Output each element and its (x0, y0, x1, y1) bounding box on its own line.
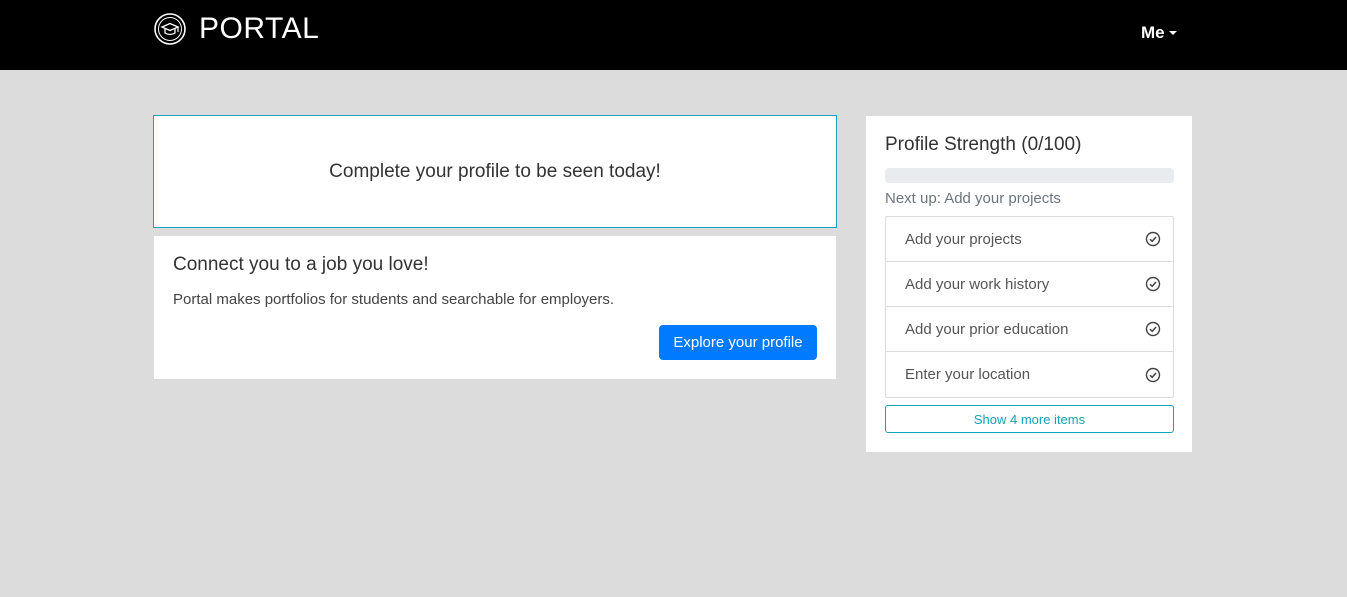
check-circle-icon (1145, 276, 1161, 292)
top-navbar: PORTAL Me (0, 0, 1347, 70)
next-up-text: Next up: Add your projects (885, 190, 1061, 207)
profile-strength-progress (885, 168, 1174, 183)
profile-strength-title: Profile Strength (0/100) (885, 134, 1082, 155)
callout-text: Complete your profile to be seen today! (329, 160, 661, 182)
todo-item-prior-education[interactable]: Add your prior education (886, 307, 1173, 352)
todo-label: Add your projects (905, 230, 1022, 248)
caret-down-icon (1168, 31, 1177, 35)
show-more-items-button[interactable]: Show 4 more items (885, 405, 1174, 433)
user-menu-dropdown[interactable]: Me (1141, 22, 1177, 44)
profile-todo-list: Add your projects Add your work history … (885, 216, 1174, 398)
todo-item-work-history[interactable]: Add your work history (886, 262, 1173, 307)
todo-label: Add your prior education (905, 320, 1069, 338)
profile-callout: Complete your profile to be seen today! (153, 115, 837, 228)
check-circle-icon (1145, 321, 1161, 337)
connect-card-text: Portal makes portfolios for students and… (173, 291, 615, 308)
todo-label: Add your work history (905, 275, 1050, 293)
brand-name: PORTAL (199, 12, 320, 45)
connect-card: Connect you to a job you love! Portal ma… (154, 236, 836, 379)
todo-item-location[interactable]: Enter your location (886, 352, 1173, 397)
user-menu-label: Me (1141, 23, 1165, 42)
profile-strength-card: Profile Strength (0/100) Next up: Add yo… (866, 116, 1192, 452)
connect-card-title: Connect you to a job you love! (173, 254, 429, 275)
todo-item-projects[interactable]: Add your projects (886, 217, 1173, 262)
check-circle-icon (1145, 231, 1161, 247)
check-circle-icon (1145, 367, 1161, 382)
brand-link[interactable]: PORTAL (153, 12, 319, 46)
explore-profile-button[interactable]: Explore your profile (659, 325, 817, 360)
graduation-seal-icon (154, 13, 186, 45)
todo-label: Enter your location (905, 366, 1031, 383)
